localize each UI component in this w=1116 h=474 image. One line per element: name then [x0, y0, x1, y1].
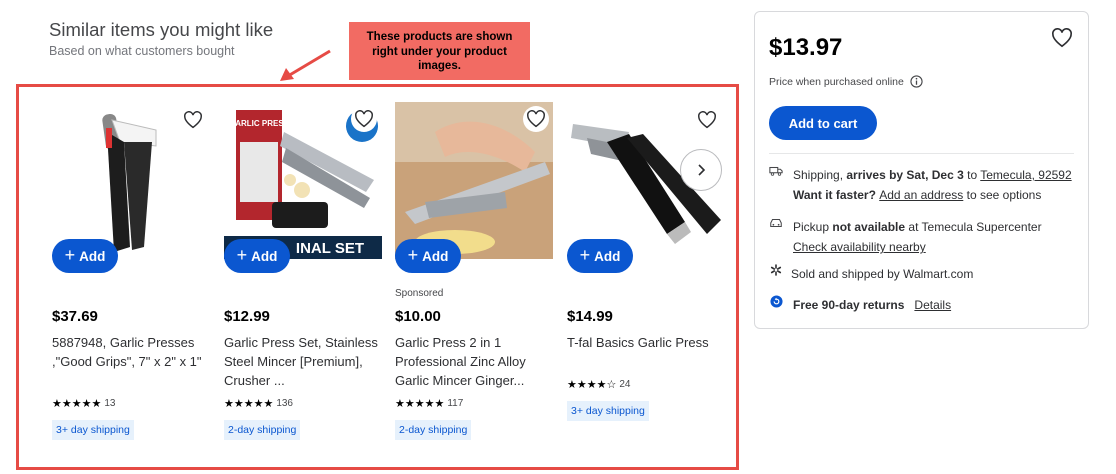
add-button-label: Add — [422, 248, 449, 264]
shipping-badge: 2-day shipping — [395, 420, 472, 440]
chevron-right-icon — [698, 164, 706, 176]
sponsored-label: Sponsored — [395, 288, 444, 299]
product-price: $12.99 — [224, 308, 270, 325]
svg-text:INAL SET: INAL SET — [296, 240, 364, 257]
shipping-date: arrives by Sat, Dec 3 — [846, 168, 964, 182]
shipping-to: to — [963, 168, 981, 182]
plus-icon: + — [236, 245, 248, 265]
info-icon[interactable] — [910, 75, 923, 88]
returns-row: Free 90-day returns Details — [769, 295, 951, 315]
review-count: 24 — [619, 379, 631, 390]
shipping-badge: 3+ day shipping — [52, 420, 134, 440]
buy-box-price: $13.97 — [769, 34, 843, 61]
product-price: $37.69 — [52, 308, 98, 325]
add-address-link[interactable]: Add an address — [879, 188, 963, 202]
review-count: 136 — [276, 398, 293, 409]
plus-icon: + — [579, 245, 591, 265]
returns-icon — [769, 295, 783, 308]
section-title: Similar items you might like — [49, 19, 274, 40]
pickup-row: Pickup not available at Temecula Superce… — [769, 217, 1042, 257]
returns-details-link[interactable]: Details — [914, 298, 951, 312]
carousel-next-button[interactable] — [680, 149, 722, 191]
divider — [769, 153, 1074, 154]
price-note: Price when purchased online — [769, 75, 923, 88]
favorite-heart-icon[interactable] — [694, 107, 720, 133]
annotation-arrow-icon — [280, 49, 331, 81]
product-title[interactable]: 5887948, Garlic Presses ,"Good Grips", 7… — [52, 333, 212, 371]
pickup-store: at Temecula Supercenter — [905, 220, 1042, 234]
section-subtitle: Based on what customers bought — [49, 44, 235, 58]
product-rating: ★★★★☆ 24 — [567, 378, 630, 391]
product-rating: ★★★★★ 13 — [52, 397, 115, 410]
rating-stars-icon: ★★★★☆ — [567, 379, 617, 391]
add-button[interactable]: + Add — [52, 239, 118, 273]
pickup-status: not available — [832, 220, 906, 234]
product-title[interactable]: T-fal Basics Garlic Press — [567, 333, 727, 352]
add-button-label: Add — [594, 248, 621, 264]
price-note-text: Price when purchased online — [769, 75, 904, 88]
add-button[interactable]: + Add — [395, 239, 461, 273]
favorite-heart-icon[interactable] — [523, 106, 549, 132]
product-rating: ★★★★★ 136 — [224, 397, 293, 410]
sold-by-row: Sold and shipped by Walmart.com — [769, 264, 973, 284]
add-button-label: Add — [251, 248, 278, 264]
car-icon — [769, 217, 783, 229]
shipping-label: Shipping, — [793, 168, 847, 182]
review-count: 117 — [447, 398, 464, 409]
truck-icon — [769, 165, 783, 177]
product-price: $14.99 — [567, 308, 613, 325]
plus-icon: + — [407, 245, 419, 265]
shipping-badge: 2-day shipping — [224, 420, 301, 440]
annotation-callout: These products are shown right under you… — [349, 22, 530, 80]
product-rating: ★★★★★ 117 — [395, 397, 463, 410]
add-button[interactable]: + Add — [224, 239, 290, 273]
review-count: 13 — [104, 398, 116, 409]
shipping-location-link[interactable]: Temecula, 92592 — [980, 168, 1071, 182]
shipping-badge: 3+ day shipping — [567, 401, 649, 421]
add-to-cart-button[interactable]: Add to cart — [769, 106, 877, 140]
favorite-heart-icon[interactable] — [1051, 28, 1073, 53]
shipping-row: Shipping, arrives by Sat, Dec 3 to Temec… — [769, 165, 1072, 205]
faster-question: Want it faster? — [793, 188, 880, 202]
returns-text: Free 90-day returns — [793, 298, 905, 312]
rating-stars-icon: ★★★★★ — [52, 398, 102, 410]
svg-text:GARLIC PRESS: GARLIC PRESS — [229, 119, 290, 128]
check-availability-link[interactable]: Check availability nearby — [793, 240, 926, 254]
add-button-label: Add — [79, 248, 106, 264]
buy-box-panel: $13.97 Price when purchased online Add t… — [754, 11, 1089, 329]
add-button[interactable]: + Add — [567, 239, 633, 273]
pickup-label: Pickup — [793, 220, 833, 234]
product-title[interactable]: Garlic Press Set, Stainless Steel Mincer… — [224, 333, 384, 390]
rating-stars-icon: ★★★★★ — [224, 398, 274, 410]
favorite-heart-icon[interactable] — [351, 106, 377, 132]
plus-icon: + — [64, 245, 76, 265]
product-title[interactable]: Garlic Press 2 in 1 Professional Zinc Al… — [395, 333, 555, 390]
sold-by-text: Sold and shipped by Walmart.com — [791, 267, 974, 281]
rating-stars-icon: ★★★★★ — [395, 398, 445, 410]
favorite-heart-icon[interactable] — [180, 107, 206, 133]
product-price: $10.00 — [395, 308, 441, 325]
walmart-spark-icon — [769, 264, 783, 276]
see-options-text: to see options — [963, 188, 1042, 202]
